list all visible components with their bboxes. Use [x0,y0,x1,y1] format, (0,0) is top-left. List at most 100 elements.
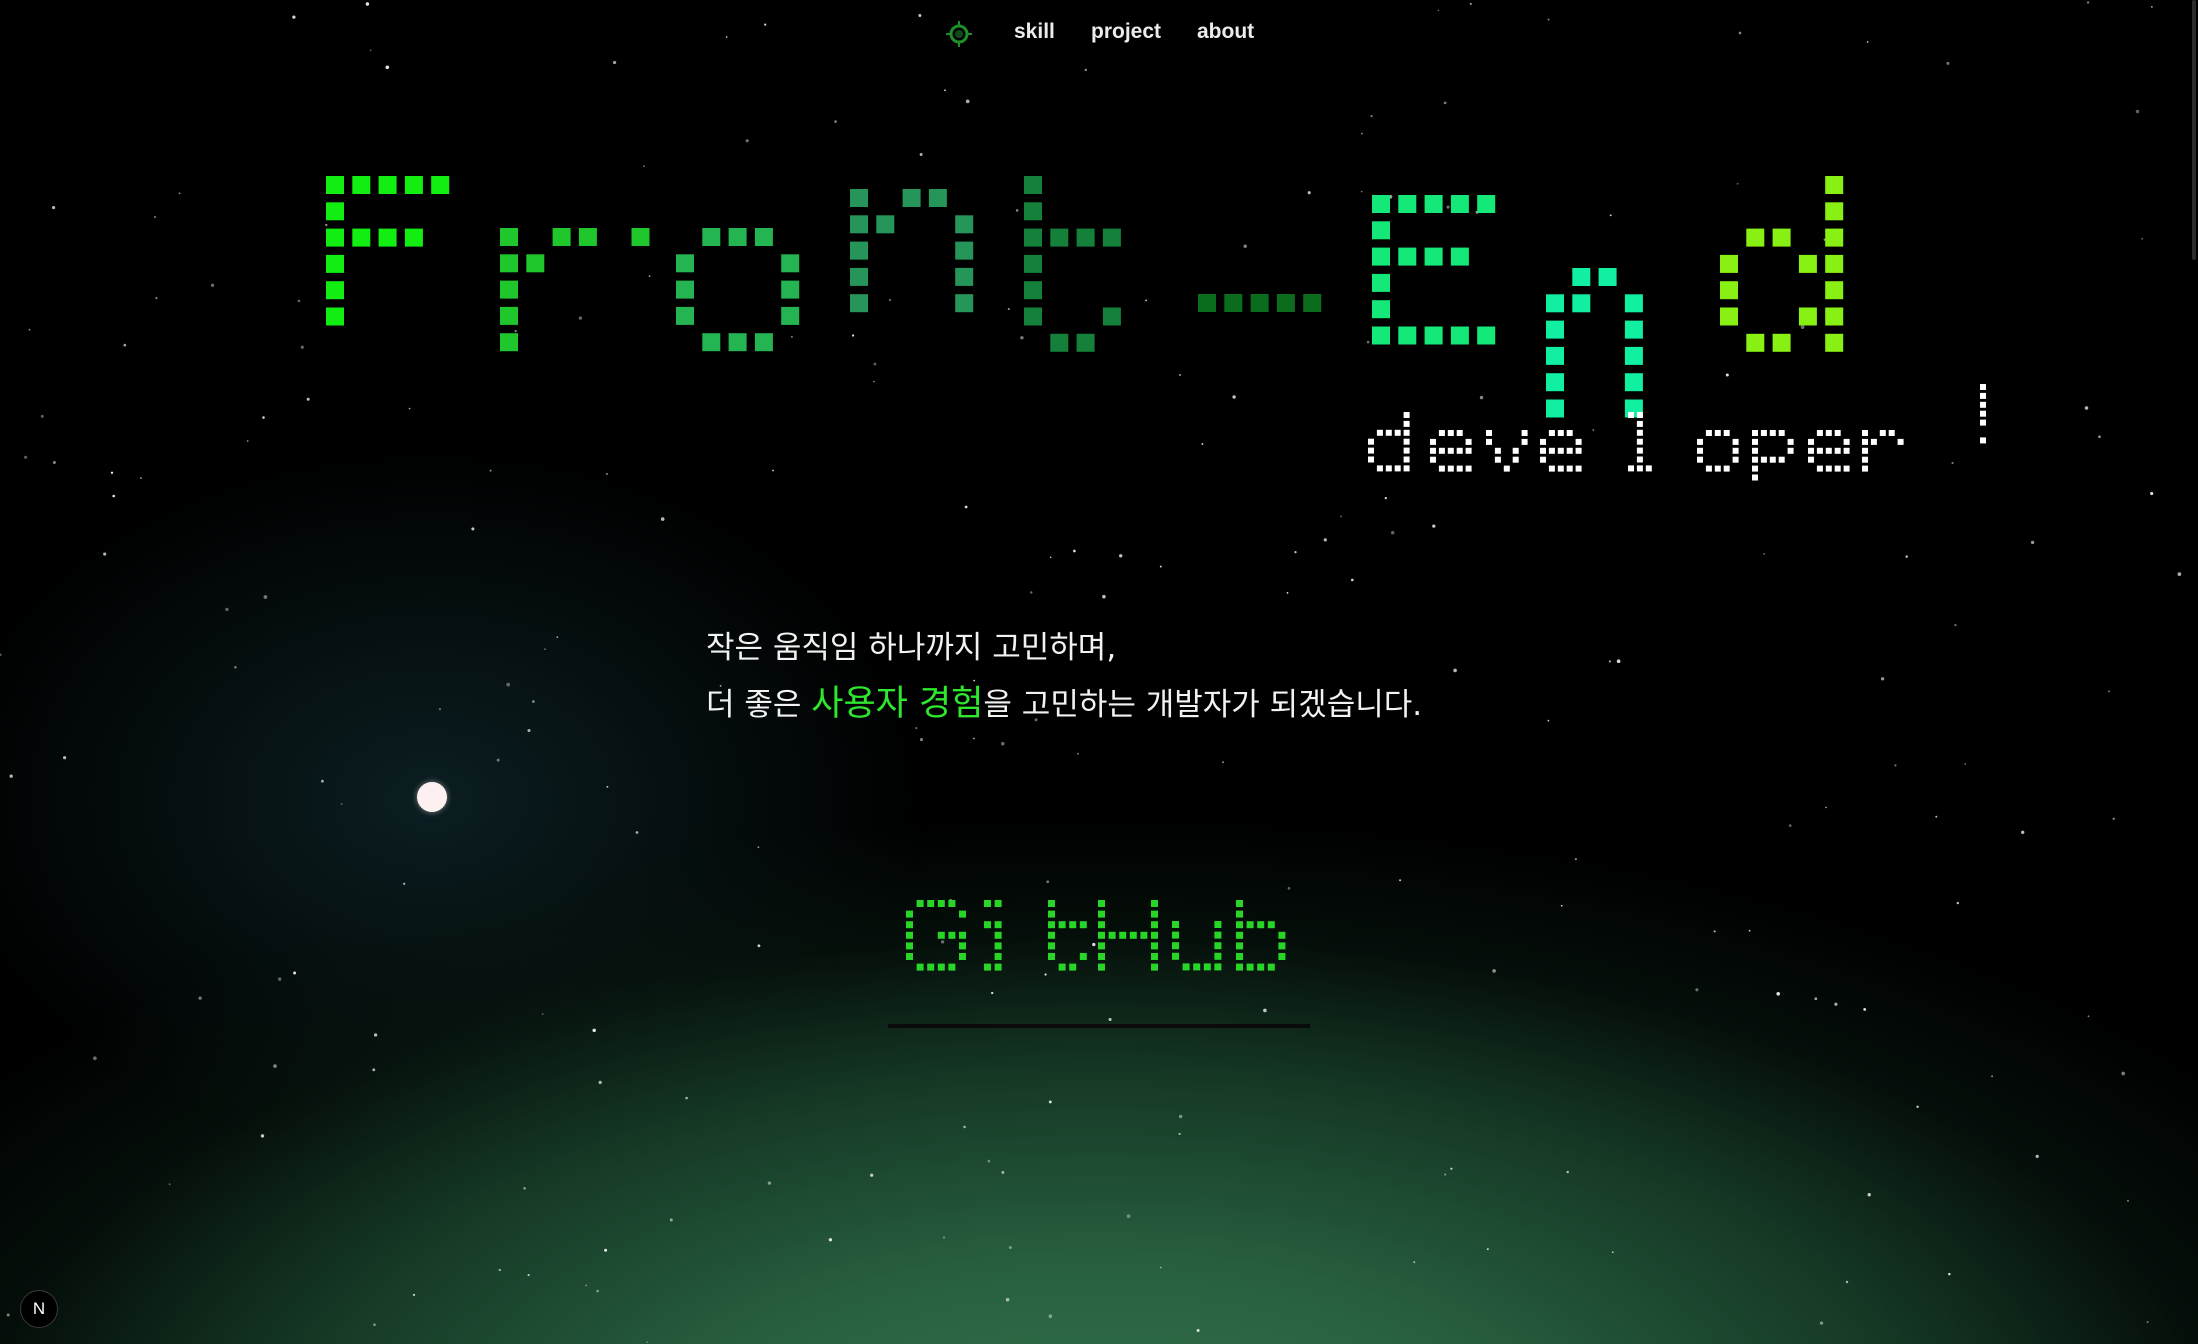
dot [578,228,597,246]
dot [500,280,518,299]
dot [1438,465,1445,472]
dot [1798,307,1817,326]
dot [1705,430,1712,436]
dot [1548,447,1555,454]
star [373,1323,376,1326]
dot [1456,465,1463,472]
dot [1447,447,1454,454]
dot [1236,910,1243,918]
dot [1816,430,1823,436]
dot [702,228,721,246]
star [1492,969,1496,973]
dot [1825,333,1844,352]
star [63,756,67,760]
dot [326,307,344,326]
moon-dot [417,782,447,812]
star [2177,572,2182,576]
dot [1372,221,1390,240]
glyph-i [984,900,1002,971]
tagline-line-1: 작은 움직임 하나까지 고민하며, [706,630,1117,666]
star [2035,1154,2039,1159]
dot [1752,465,1758,472]
dot [1398,326,1417,345]
star [403,882,406,885]
glyph-o [1697,430,1739,472]
dot [1980,392,1986,399]
dot [1598,268,1617,286]
dot [552,228,571,246]
dot [1862,456,1868,463]
star [1350,578,1354,582]
star [277,977,282,981]
dot [1548,465,1555,472]
dot [1732,438,1739,445]
dot [1048,900,1055,907]
dot [1636,465,1643,472]
star [669,1218,673,1222]
dot [1636,429,1643,436]
dot [1403,412,1410,418]
dot [352,228,371,247]
star [1119,554,1123,558]
dot [1778,456,1785,463]
star [496,758,500,762]
dot [937,900,945,907]
dot [1172,942,1179,950]
dot [1048,910,1055,918]
dot [1697,447,1703,454]
dot [1108,931,1116,939]
dot [1236,942,1243,950]
star [1825,806,1827,809]
dot [1098,953,1105,960]
scrollbar[interactable] [2192,0,2196,260]
dot [1151,921,1158,929]
dot [500,228,518,246]
glyph-exclaim [1980,384,1986,444]
star [527,1274,530,1277]
star [2030,540,2035,545]
dot [1385,429,1392,436]
dot [326,281,344,300]
dot [1816,447,1823,454]
dot [1714,465,1721,472]
dot [850,215,868,234]
dot [1546,373,1564,392]
next-dev-badge[interactable]: N [20,1290,58,1328]
github-link-button[interactable] [888,890,1310,1030]
star [1048,1100,1052,1104]
dot [1557,447,1564,454]
glyph-e [1808,430,1850,472]
dot [500,333,518,352]
dot [1566,465,1573,472]
dot [1430,438,1436,445]
dot [1250,294,1269,312]
dot [1636,420,1643,427]
dot [1834,447,1841,454]
star [592,1028,596,1033]
github-underline [888,1024,1310,1028]
star [263,595,268,599]
dot [1862,430,1868,436]
dot [1521,430,1528,436]
dot [1214,963,1222,971]
glyph-o [676,228,800,352]
dot [1477,326,1496,345]
dot [1450,326,1469,345]
star [412,1293,416,1296]
star [1102,594,1106,599]
dot [1746,333,1765,352]
dot [1540,438,1546,445]
dot [1024,307,1042,326]
star [1935,815,1938,818]
glyph-p [1752,430,1794,481]
dot [781,254,800,273]
dot [1098,942,1105,950]
dot [1548,430,1555,436]
dot [876,215,895,234]
star [1178,1132,1181,1135]
star [1444,1173,1447,1176]
star [372,1068,376,1072]
star [340,803,343,805]
dot [948,931,956,939]
dot [1246,921,1254,929]
